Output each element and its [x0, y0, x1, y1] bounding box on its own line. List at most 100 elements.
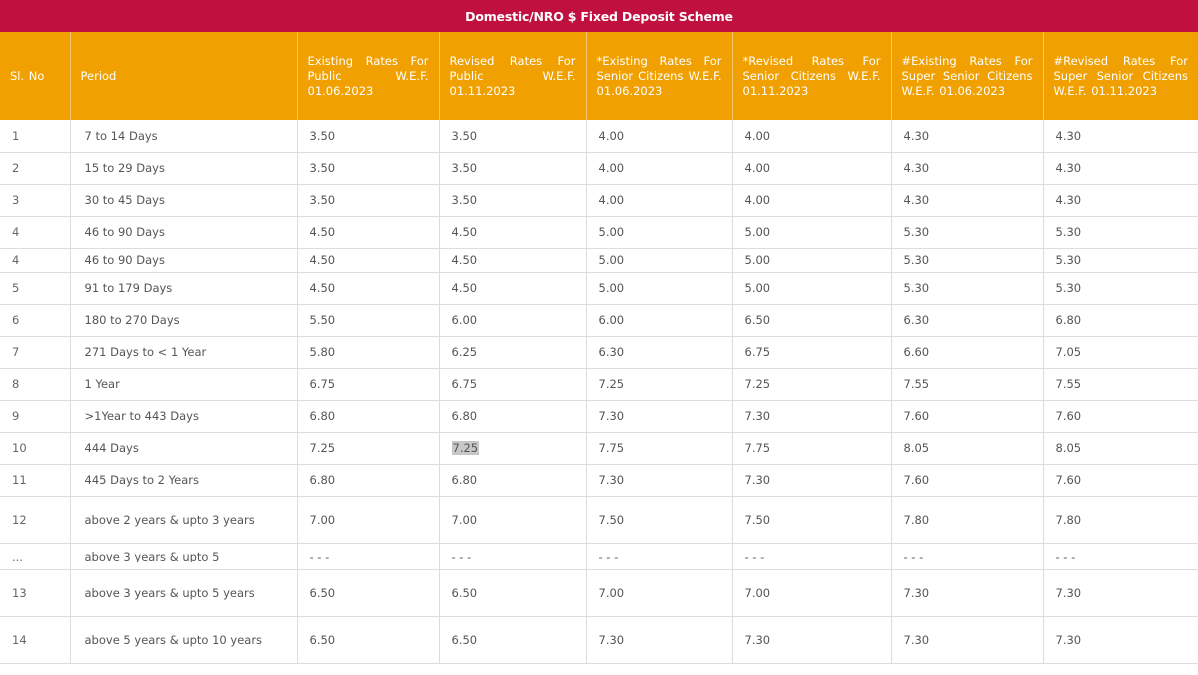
cell-revised-senior: 6.50 [732, 304, 892, 337]
cell-period: 46 to 90 Days [70, 216, 298, 249]
cell-existing-senior: 7.25 [586, 368, 733, 401]
cell-existing-public: 5.80 [297, 336, 440, 369]
table-row: 2 15 to 29 Days 3.50 3.50 4.00 4.00 4.30… [0, 152, 1198, 185]
cell-revised-senior: 5.00 [732, 248, 892, 273]
cell-existing-senior: 7.75 [586, 432, 733, 465]
cell-revised-super-senior: 5.30 [1043, 248, 1198, 273]
table-row: 13 above 3 years & upto 5 years 6.50 6.5… [0, 569, 1198, 617]
cell-existing-super-senior: 7.80 [891, 496, 1044, 544]
cell-revised-super-senior: 4.30 [1043, 120, 1198, 153]
cell-existing-senior: 6.30 [586, 336, 733, 369]
cell-sl: 5 [0, 272, 71, 305]
cell-revised-public: 7.25 [439, 432, 587, 465]
cell-existing-super-senior: 7.60 [891, 400, 1044, 433]
cell-existing-public: 6.50 [297, 569, 440, 617]
cell-revised-senior: 6.75 [732, 336, 892, 369]
cell-period: above 3 years & upto 5 [70, 543, 298, 570]
cell-existing-senior: 4.00 [586, 120, 733, 153]
cell-period: 46 to 90 Days [70, 248, 298, 273]
cell-existing-super-senior: 4.30 [891, 152, 1044, 185]
cell-revised-super-senior: 7.30 [1043, 616, 1198, 664]
cell-revised-public: - - - [439, 543, 587, 570]
cell-sl: 2 [0, 152, 71, 185]
cell-revised-super-senior: 7.05 [1043, 336, 1198, 369]
cell-existing-super-senior: 6.60 [891, 336, 1044, 369]
fd-rates-page: Domestic/NRO $ Fixed Deposit Scheme Sl. … [0, 0, 1198, 675]
table-row: 6 180 to 270 Days 5.50 6.00 6.00 6.50 6.… [0, 304, 1198, 337]
cell-revised-super-senior: 5.30 [1043, 272, 1198, 305]
cell-sl: 10 [0, 432, 71, 465]
cell-existing-senior: 7.30 [586, 400, 733, 433]
cell-existing-super-senior: 4.30 [891, 120, 1044, 153]
cell-existing-super-senior: 6.30 [891, 304, 1044, 337]
cell-existing-super-senior: 7.30 [891, 616, 1044, 664]
cell-revised-senior: 7.30 [732, 464, 892, 497]
table-row: 11 445 Days to 2 Years 6.80 6.80 7.30 7.… [0, 464, 1198, 497]
cell-existing-senior: 7.00 [586, 569, 733, 617]
cell-sl: 6 [0, 304, 71, 337]
cell-period: >1Year to 443 Days [70, 400, 298, 433]
cell-sl: 4 [0, 248, 71, 273]
cell-revised-super-senior: 5.30 [1043, 216, 1198, 249]
table-row: 1 7 to 14 Days 3.50 3.50 4.00 4.00 4.30 … [0, 120, 1198, 153]
table-title: Domestic/NRO $ Fixed Deposit Scheme [0, 0, 1198, 32]
selected-text-highlight[interactable]: 7.25 [451, 441, 480, 455]
cell-existing-super-senior: 8.05 [891, 432, 1044, 465]
table-row: 3 30 to 45 Days 3.50 3.50 4.00 4.00 4.30… [0, 184, 1198, 217]
cell-revised-public: 3.50 [439, 184, 587, 217]
cell-revised-public: 6.25 [439, 336, 587, 369]
header-revised-super-senior: #Revised Rates For Super Senior Citizens… [1043, 32, 1198, 120]
cell-revised-senior: 5.00 [732, 216, 892, 249]
cell-existing-senior: 5.00 [586, 248, 733, 273]
cell-existing-public: 6.50 [297, 616, 440, 664]
cell-existing-public: 6.80 [297, 464, 440, 497]
cell-existing-senior: 4.00 [586, 184, 733, 217]
cell-revised-super-senior: 4.30 [1043, 152, 1198, 185]
cell-existing-senior: - - - [586, 543, 733, 570]
cell-existing-super-senior: 5.30 [891, 216, 1044, 249]
cell-existing-senior: 4.00 [586, 152, 733, 185]
cell-existing-public: 3.50 [297, 152, 440, 185]
table-row: 14 above 5 years & upto 10 years 6.50 6.… [0, 616, 1198, 664]
table-row: 5 91 to 179 Days 4.50 4.50 5.00 5.00 5.3… [0, 272, 1198, 305]
header-existing-super-senior: #Existing Rates For Super Senior Citizen… [891, 32, 1044, 120]
table-row: 7 271 Days to < 1 Year 5.80 6.25 6.30 6.… [0, 336, 1198, 369]
cell-existing-super-senior: 5.30 [891, 248, 1044, 273]
cell-revised-public: 6.75 [439, 368, 587, 401]
cell-revised-senior: 7.00 [732, 569, 892, 617]
cell-period: 15 to 29 Days [70, 152, 298, 185]
header-sl-no: Sl. No [0, 32, 71, 120]
cell-revised-senior: - - - [732, 543, 892, 570]
cell-existing-senior: 7.50 [586, 496, 733, 544]
cell-period: 91 to 179 Days [70, 272, 298, 305]
cell-revised-senior: 7.25 [732, 368, 892, 401]
cell-revised-senior: 4.00 [732, 152, 892, 185]
cell-sl: 12 [0, 496, 71, 544]
cell-period: 444 Days [70, 432, 298, 465]
cell-revised-super-senior: 6.80 [1043, 304, 1198, 337]
cell-period: above 3 years & upto 5 years [70, 569, 298, 617]
cell-existing-senior: 6.00 [586, 304, 733, 337]
fd-rates-table: Sl. No Period Existing Rates For Public … [0, 32, 1198, 664]
cell-revised-senior: 4.00 [732, 120, 892, 153]
cell-period: 30 to 45 Days [70, 184, 298, 217]
header-existing-senior: *Existing Rates For Senior Citizens W.E.… [586, 32, 733, 120]
cell-revised-super-senior: 7.60 [1043, 464, 1198, 497]
cell-existing-public: 4.50 [297, 248, 440, 273]
cell-revised-public: 7.00 [439, 496, 587, 544]
cell-sl: 11 [0, 464, 71, 497]
cell-sl: ... [0, 543, 71, 570]
cell-existing-public: 6.80 [297, 400, 440, 433]
cell-revised-public: 3.50 [439, 152, 587, 185]
cell-revised-public: 4.50 [439, 216, 587, 249]
cell-existing-public: - - - [297, 543, 440, 570]
cell-existing-public: 6.75 [297, 368, 440, 401]
cell-revised-public: 6.80 [439, 400, 587, 433]
table-row: 8 1 Year 6.75 6.75 7.25 7.25 7.55 7.55 [0, 368, 1198, 401]
cell-existing-public: 3.50 [297, 120, 440, 153]
cell-revised-senior: 7.30 [732, 400, 892, 433]
table-row: 4 46 to 90 Days 4.50 4.50 5.00 5.00 5.30… [0, 248, 1198, 273]
cell-existing-super-senior: 5.30 [891, 272, 1044, 305]
cell-existing-super-senior: 4.30 [891, 184, 1044, 217]
cell-existing-public: 4.50 [297, 216, 440, 249]
